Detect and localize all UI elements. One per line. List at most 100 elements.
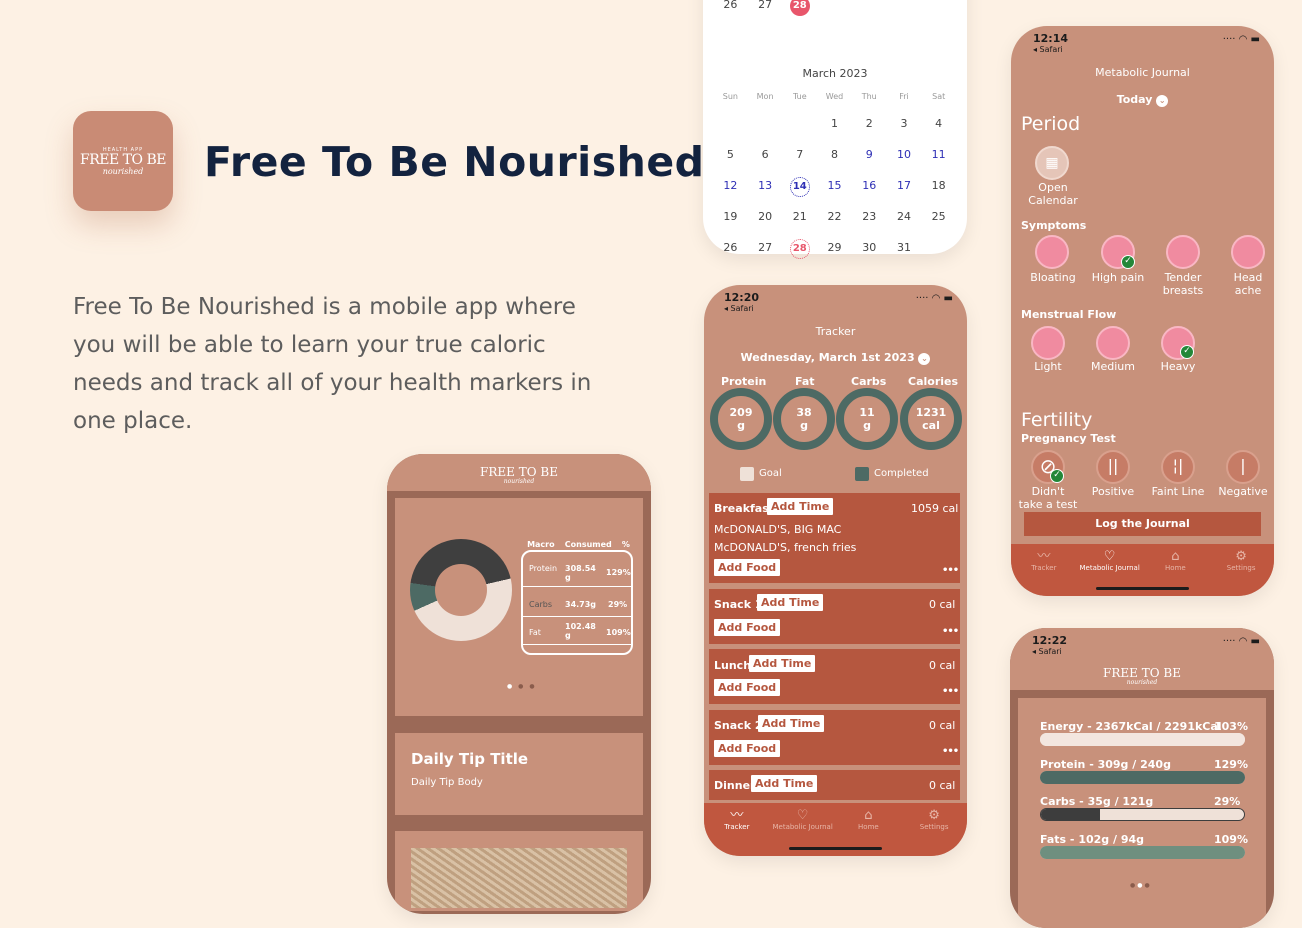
chevron-down-icon: ⌄ [1156, 95, 1169, 107]
open-calendar-label[interactable]: Open Calendar [1025, 181, 1081, 207]
legend-completed: Completed [874, 468, 929, 479]
cal-day[interactable]: 16 [852, 179, 887, 197]
add-time-button[interactable]: Add Time [758, 715, 825, 732]
photo-card [395, 831, 643, 911]
cal-day[interactable]: 10 [887, 148, 922, 161]
cal-day[interactable]: 24 [887, 210, 922, 223]
daily-tip-card[interactable]: Daily Tip Title Daily Tip Body [395, 733, 643, 815]
page-dots[interactable]: ● ● ● [507, 683, 537, 690]
carbs-bar [1040, 808, 1245, 821]
macro-label: Calories [908, 375, 959, 388]
more-icon[interactable]: ••• [942, 565, 959, 576]
cal-day[interactable]: 6 [748, 148, 783, 161]
food-item[interactable]: McDONALD'S, french fries [714, 541, 856, 554]
meal-calories: 0 cal [929, 719, 956, 732]
add-food-button[interactable]: Add Food [714, 619, 781, 636]
macro-pct: 29% [608, 600, 628, 609]
heart-icon: ♡ [796, 808, 809, 823]
summary-logo: FREE TO BE [1103, 666, 1181, 680]
add-time-button[interactable]: Add Time [757, 594, 824, 611]
cal-day[interactable]: 13 [748, 179, 783, 197]
check-icon: ✓ [1050, 469, 1064, 483]
cal-day[interactable]: 8 [817, 148, 852, 161]
more-icon[interactable]: ••• [942, 686, 959, 697]
home-header: FREE TO BE nourished [387, 454, 651, 491]
more-icon[interactable]: ••• [942, 746, 959, 757]
cal-day[interactable]: 30 [852, 241, 887, 259]
add-food-button[interactable]: Add Food [714, 679, 781, 696]
today-selector[interactable]: Today ⌄ [1011, 93, 1274, 107]
cal-day-selected[interactable]: 28 [782, 0, 817, 16]
legend-goal: Goal [759, 468, 782, 479]
status-time: 12:20 ◂ Safari [724, 291, 760, 313]
positive-test-icon[interactable]: || [1096, 450, 1130, 484]
journal-phone: 12:14 ◂ Safari ···· ◠ ▬ Metabolic Journal… [1011, 26, 1274, 596]
summary-logo-script: nourished [1126, 679, 1158, 686]
page-dots[interactable]: ●●● [1130, 882, 1152, 889]
cal-day[interactable]: 27 [748, 241, 783, 259]
calendar-top-partial-row: 26 27 28 [713, 0, 956, 16]
cal-day[interactable]: 25 [921, 210, 956, 223]
head-ache-icon[interactable] [1231, 235, 1265, 269]
cal-day[interactable]: 26 [713, 241, 748, 259]
flow-heading: Menstrual Flow [1021, 308, 1117, 321]
meal-name: Dinner [714, 779, 756, 792]
cal-day[interactable]: 12 [713, 179, 748, 197]
flow-label: Medium [1091, 360, 1135, 373]
fats-bar [1040, 846, 1245, 859]
cal-day[interactable]: 5 [713, 148, 748, 161]
pregnancy-heading: Pregnancy Test [1021, 432, 1116, 445]
cal-day[interactable]: 22 [817, 210, 852, 223]
add-time-button[interactable]: Add Time [749, 655, 816, 672]
date-selector[interactable]: Wednesday, March 1st 2023 ⌄ [704, 351, 967, 365]
food-item[interactable]: McDONALD'S, BIG MAC [714, 523, 841, 536]
tab-settings[interactable]: ⚙ Settings [1208, 544, 1274, 596]
cal-day[interactable]: 11 [921, 148, 956, 161]
cal-day[interactable]: 29 [817, 241, 852, 259]
add-time-button[interactable]: Add Time [751, 775, 818, 792]
period-heading: Period [1021, 113, 1081, 135]
cal-day[interactable]: 7 [782, 148, 817, 161]
add-time-button[interactable]: Add Time [767, 498, 834, 515]
symptoms-heading: Symptoms [1021, 219, 1087, 232]
cal-day[interactable]: 4 [921, 117, 956, 130]
cal-day[interactable]: 2 [852, 117, 887, 130]
cal-day[interactable]: 23 [852, 210, 887, 223]
cal-day-marked[interactable]: 28 [782, 239, 817, 259]
tab-settings[interactable]: ⚙ Settings [901, 803, 967, 856]
cal-day[interactable]: 17 [887, 179, 922, 197]
bloating-icon[interactable] [1035, 235, 1069, 269]
tab-tracker[interactable]: 〰 Tracker [704, 803, 770, 856]
logo-script-text: nourished [102, 166, 144, 176]
more-icon[interactable]: ••• [942, 626, 959, 637]
test-label: Negative [1218, 485, 1268, 498]
daily-tip-body: Daily Tip Body [411, 777, 483, 788]
cal-day-today[interactable]: 14 [782, 177, 817, 197]
log-journal-button[interactable]: Log the Journal [1024, 512, 1261, 536]
add-food-button[interactable]: Add Food [714, 559, 781, 576]
faint-line-test-icon[interactable]: ¦| [1161, 450, 1195, 484]
cal-day[interactable]: 15 [817, 179, 852, 197]
flow-label: Heavy [1160, 360, 1196, 373]
cal-day[interactable]: 20 [748, 210, 783, 223]
add-food-button[interactable]: Add Food [714, 740, 781, 757]
cal-day[interactable]: 19 [713, 210, 748, 223]
cal-day[interactable]: 1 [817, 117, 852, 130]
tender-breasts-icon[interactable] [1166, 235, 1200, 269]
tab-tracker[interactable]: 〰 Tracker [1011, 544, 1077, 596]
cal-day[interactable]: 21 [782, 210, 817, 223]
cal-day[interactable]: 3 [887, 117, 922, 130]
negative-test-icon[interactable]: | [1226, 450, 1260, 484]
light-flow-icon[interactable] [1031, 326, 1065, 360]
cal-day[interactable]: 18 [921, 179, 956, 197]
bar-pct: 103% [1214, 720, 1248, 733]
test-label: Faint Line [1151, 485, 1205, 498]
cal-day[interactable]: 31 [887, 241, 922, 259]
cal-day[interactable]: 27 [748, 0, 783, 16]
cal-day[interactable]: 26 [713, 0, 748, 16]
home-icon: ⌂ [864, 808, 873, 823]
macro-name: Carbs [529, 600, 553, 609]
medium-flow-icon[interactable] [1096, 326, 1130, 360]
calendar-icon[interactable]: ▦ [1035, 146, 1069, 180]
cal-day[interactable]: 9 [852, 148, 887, 161]
